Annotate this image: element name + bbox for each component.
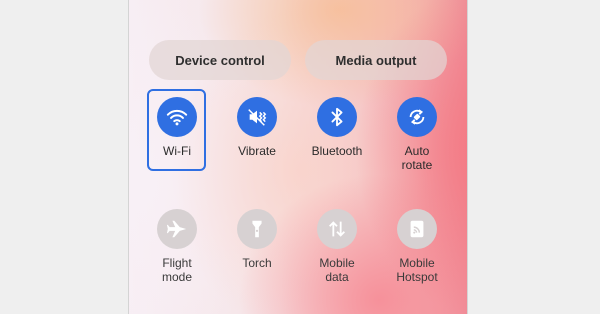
mobile-hotspot-tile[interactable]: Mobile Hotspot [377, 209, 457, 314]
vibrate-tile[interactable]: Vibrate [217, 97, 297, 207]
flight-mode-toggle[interactable] [157, 209, 197, 249]
mobile-data-icon [329, 221, 345, 237]
wifi-icon [166, 109, 188, 126]
quick-settings-panel: Device control Media output Wi-Fi Vibrat… [128, 0, 468, 314]
wifi-toggle[interactable] [157, 97, 197, 137]
mobile-data-tile[interactable]: Mobile data [297, 209, 377, 314]
wifi-tile[interactable]: Wi-Fi [137, 97, 217, 207]
airplane-icon [166, 220, 187, 238]
flight-mode-label: Flight mode [161, 256, 193, 284]
auto-rotate-tile[interactable]: Auto rotate [377, 97, 457, 207]
bluetooth-label: Bluetooth [311, 144, 363, 158]
vibrate-toggle[interactable] [237, 97, 277, 137]
wifi-label: Wi-Fi [163, 144, 191, 158]
flight-mode-tile[interactable]: Flight mode [137, 209, 217, 314]
bluetooth-toggle[interactable] [317, 97, 357, 137]
bluetooth-tile[interactable]: Bluetooth [297, 97, 377, 207]
mobile-data-label: Mobile data [319, 256, 355, 284]
vibrate-label: Vibrate [238, 144, 276, 158]
torch-tile[interactable]: Torch [217, 209, 297, 314]
bluetooth-icon [331, 107, 343, 127]
auto-rotate-icon [409, 109, 425, 125]
auto-rotate-label: Auto rotate [401, 144, 433, 172]
torch-label: Torch [242, 256, 272, 270]
hotspot-icon [410, 220, 424, 238]
device-control-button[interactable]: Device control [149, 40, 291, 80]
media-output-button[interactable]: Media output [305, 40, 447, 80]
auto-rotate-toggle[interactable] [397, 97, 437, 137]
vibrate-icon [248, 109, 267, 126]
flashlight-icon [252, 220, 262, 238]
mobile-hotspot-label: Mobile Hotspot [396, 256, 438, 284]
torch-toggle[interactable] [237, 209, 277, 249]
mobile-hotspot-toggle[interactable] [397, 209, 437, 249]
mobile-data-toggle[interactable] [317, 209, 357, 249]
